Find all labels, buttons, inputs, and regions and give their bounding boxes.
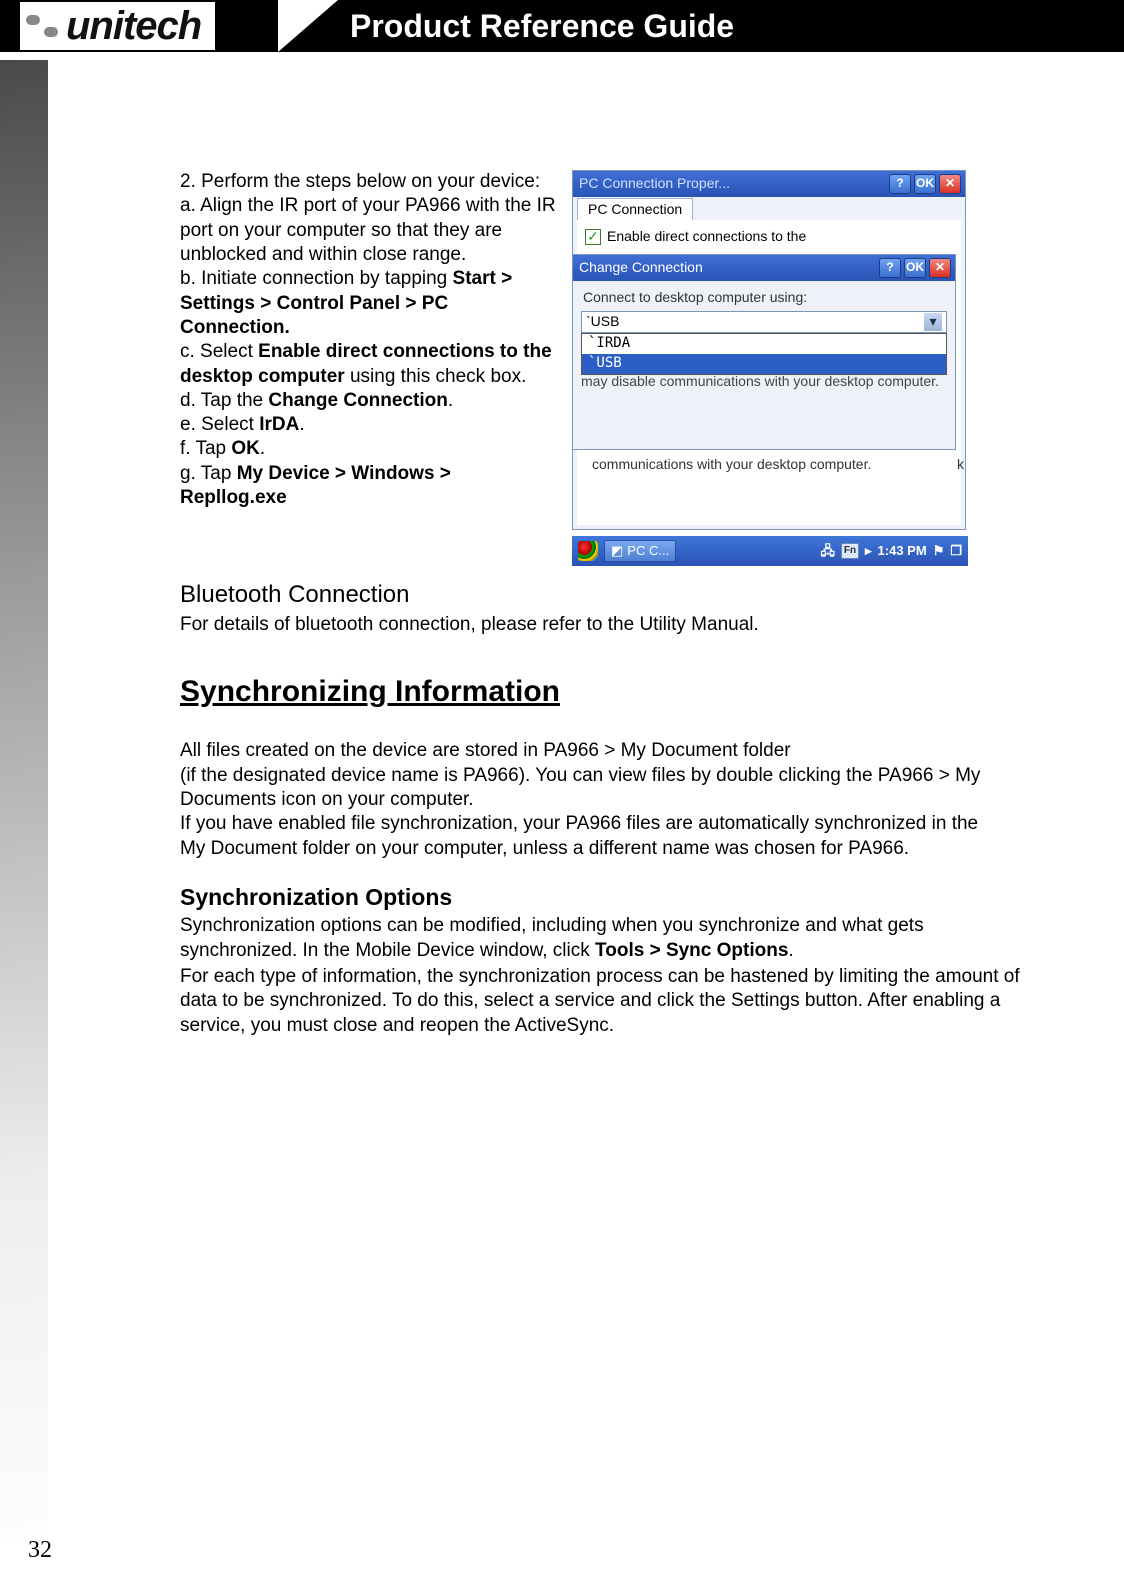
- clock: 1:43 PM: [878, 543, 927, 560]
- page-number: 32: [28, 1537, 52, 1564]
- change-connection-title-text: Change Connection: [579, 259, 703, 277]
- pc-connection-title-text: PC Connection Proper...: [579, 175, 730, 193]
- step-g: g. Tap My Device > Windows > Repllog.exe: [180, 462, 558, 511]
- close-button-2[interactable]: ✕: [929, 258, 951, 278]
- tray-caret-icon: ▸: [865, 543, 872, 560]
- tray-flag-icon: ⚑: [933, 543, 945, 560]
- change-connection-note: may disable communications with your des…: [581, 373, 947, 390]
- taskbar-tray: 🖧 Fn ▸ 1:43 PM ⚑ ❐: [821, 543, 962, 560]
- brand-logo: unitech: [20, 2, 215, 50]
- step-e: e. Select IrDA.: [180, 413, 558, 437]
- sync-options-p2: For each type of information, the synchr…: [180, 965, 1040, 1038]
- ok-button[interactable]: OK: [914, 174, 936, 194]
- step-b-pre: b. Initiate connection by tapping: [180, 268, 453, 289]
- taskbar-app-icon: ◩: [611, 543, 623, 560]
- side-gradient-rail: [0, 60, 48, 1540]
- enable-direct-label: Enable direct connections to the: [607, 228, 806, 246]
- instructions-row: 2. Perform the steps below on your devic…: [180, 170, 1040, 566]
- titlebar-buttons: ? OK ✕: [889, 174, 961, 194]
- connection-combo-value: `USB: [586, 313, 619, 331]
- step-e-pre: e. Select: [180, 414, 259, 435]
- ok-button-2[interactable]: OK: [904, 258, 926, 278]
- option-irda[interactable]: `IRDA: [582, 334, 946, 354]
- sync-info-paragraph: All files created on the device are stor…: [180, 739, 1000, 861]
- header-slant: [278, 0, 338, 52]
- page-title: Product Reference Guide: [350, 0, 734, 52]
- connect-using-label: Connect to desktop computer using:: [583, 289, 807, 307]
- tray-icon-1: 🖧: [821, 543, 836, 560]
- enable-direct-checkbox[interactable]: ✓: [585, 229, 601, 245]
- taskbar-app-button[interactable]: ◩ PC C...: [604, 540, 676, 562]
- sync-p1: All files created on the device are stor…: [180, 739, 1000, 763]
- background-note: communications with your desktop compute…: [592, 456, 871, 472]
- step-c: c. Select Enable direct connections to t…: [180, 340, 558, 389]
- sync-p3: If you have enabled file synchronization…: [180, 812, 1000, 861]
- taskbar: ◩ PC C... 🖧 Fn ▸ 1:43 PM ⚑ ❐: [572, 536, 968, 566]
- sync-options-p1-post: .: [788, 940, 793, 961]
- step-f: f. Tap OK.: [180, 437, 558, 461]
- step-f-bold: OK: [231, 438, 260, 459]
- brand-name: unitech: [66, 4, 201, 49]
- help-button-2[interactable]: ?: [879, 258, 901, 278]
- step-c-pre: c. Select: [180, 341, 258, 362]
- taskbar-app-label: PC C...: [627, 543, 669, 560]
- step-b: b. Initiate connection by tapping Start …: [180, 267, 558, 340]
- background-note-text: communications with your desktop compute…: [592, 456, 962, 474]
- option-usb[interactable]: `USB: [582, 354, 946, 374]
- sync-info-heading: Synchronizing Information: [180, 673, 1040, 711]
- step-e-bold: IrDA: [259, 414, 299, 435]
- step-d: d. Tap the Change Connection.: [180, 389, 558, 413]
- brand-logo-icon: [26, 9, 60, 43]
- step-d-bold: Change Connection: [268, 390, 447, 411]
- pc-connection-titlebar: PC Connection Proper... ? OK ✕: [573, 171, 965, 197]
- sync-options-heading: Synchronization Options: [180, 883, 1040, 912]
- embedded-screenshot: PC Connection Proper... ? OK ✕ PC Connec…: [572, 170, 968, 566]
- pc-connection-tab[interactable]: PC Connection: [577, 198, 693, 221]
- sync-options-p1-pre: Synchronization options can be modified,…: [180, 915, 924, 960]
- step-c-post: using this check box.: [345, 366, 527, 387]
- sync-options-p1: Synchronization options can be modified,…: [180, 914, 1040, 963]
- connection-combo[interactable]: `USB ▾: [581, 311, 947, 333]
- taskbar-left: ◩ PC C...: [578, 540, 676, 562]
- enable-direct-row: ✓ Enable direct connections to the: [585, 228, 806, 246]
- connection-listbox: `IRDA `USB: [581, 333, 947, 375]
- titlebar-buttons-2: ? OK ✕: [879, 258, 951, 278]
- sync-options-p1-bold: Tools > Sync Options: [595, 940, 788, 961]
- header-bar: unitech Product Reference Guide: [0, 0, 1124, 52]
- close-button[interactable]: ✕: [939, 174, 961, 194]
- step-a: a. Align the IR port of your PA966 with …: [180, 194, 558, 267]
- bluetooth-heading: Bluetooth Connection: [180, 580, 1040, 611]
- fn-indicator: Fn: [841, 543, 859, 559]
- step-g-pre: g. Tap: [180, 463, 237, 484]
- step-f-pre: f. Tap: [180, 438, 231, 459]
- start-button-icon[interactable]: [578, 541, 598, 561]
- bluetooth-text: For details of bluetooth connection, ple…: [180, 613, 1040, 637]
- help-button[interactable]: ?: [889, 174, 911, 194]
- tray-desktop-icon[interactable]: ❐: [950, 543, 962, 560]
- content-area: 2. Perform the steps below on your devic…: [180, 170, 1040, 1038]
- step-intro: 2. Perform the steps below on your devic…: [180, 170, 558, 194]
- step-d-post: .: [448, 390, 453, 411]
- step-f-post: .: [260, 438, 265, 459]
- change-connection-window: Change Connection ? OK ✕ Connect to desk…: [572, 254, 956, 450]
- step-d-pre: d. Tap the: [180, 390, 268, 411]
- sync-p2: (if the designated device name is PA966)…: [180, 764, 1000, 813]
- change-connection-titlebar: Change Connection ? OK ✕: [573, 255, 955, 281]
- stray-letter: k: [957, 456, 964, 474]
- step-e-post: .: [299, 414, 304, 435]
- chevron-down-icon: ▾: [924, 313, 942, 331]
- instruction-steps: 2. Perform the steps below on your devic…: [180, 170, 558, 510]
